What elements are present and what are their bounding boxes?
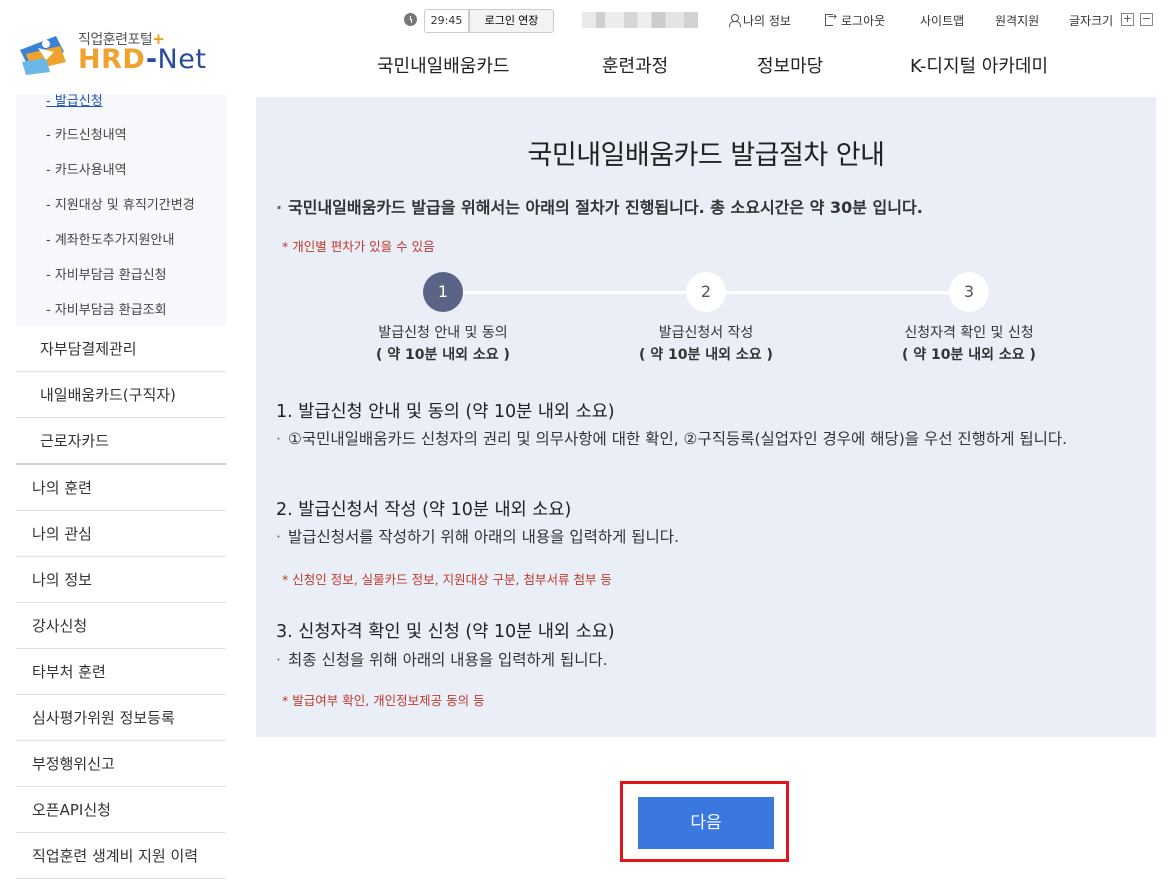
- step-1-circle: 1: [423, 272, 463, 312]
- logout-link[interactable]: 로그아웃: [825, 10, 885, 29]
- sidebar-item-my-info[interactable]: 나의 정보: [16, 557, 226, 603]
- page-title: 국민내일배움카드 발급절차 안내: [527, 140, 885, 171]
- sidebar-item-other-ministry[interactable]: 타부처 훈련: [16, 649, 226, 695]
- section-1-title: 1. 발급신청 안내 및 동의 (약 10분 내외 소요): [276, 402, 615, 422]
- procedure-panel: 국민내일배움카드 발급절차 안내 · 국민내일배움카드 발급을 위해서는 아래의 …: [256, 97, 1156, 737]
- sidebar-item-my-interest[interactable]: 나의 관심: [16, 511, 226, 557]
- highlight-box: [620, 781, 789, 862]
- section-2-desc: · 발급신청서를 작성하기 위해 아래의 내용을 입력하게 됩니다.: [276, 528, 679, 546]
- gnb-k-digital[interactable]: K-디지털 아카데미: [910, 52, 1048, 78]
- login-extend-button[interactable]: 로그인 연장: [469, 9, 554, 33]
- sidebar-item-evaluator[interactable]: 심사평가위원 정보등록: [16, 695, 226, 741]
- sidebar-item-target-change[interactable]: - 지원대상 및 휴직기간변경: [46, 194, 195, 213]
- hrd-net-logo[interactable]: 직업훈련포털+ HRD-Net: [16, 26, 216, 82]
- sidebar-item-self-pay[interactable]: 자부담결제관리: [16, 326, 226, 372]
- sidebar-item-my-training[interactable]: 나의 훈련: [16, 465, 226, 511]
- sidebar-item-open-api[interactable]: 오픈API신청: [16, 787, 226, 833]
- step-connector-2: [726, 291, 971, 294]
- sidebar-item-fraud-report[interactable]: 부정행위신고: [16, 741, 226, 787]
- person-icon: [728, 14, 741, 27]
- intro-note: * 개인별 편차가 있을 수 있음: [282, 239, 435, 254]
- sidebar-item-refund-check[interactable]: - 자비부담금 환급조회: [46, 299, 167, 318]
- sidebar: - 발급신청 - 카드신청내역 - 카드사용내역 - 지원대상 및 휴직기간변경…: [16, 94, 226, 887]
- sitemap-link[interactable]: 사이트맵: [920, 12, 964, 29]
- sidebar-item-instructor[interactable]: 강사신청: [16, 603, 226, 649]
- section-3-desc: · 최종 신청을 위해 아래의 내용을 입력하게 됩니다.: [276, 651, 608, 669]
- font-size-label: 글자크기: [1069, 14, 1114, 28]
- section-1-desc: · ①국민내일배움카드 신청자의 권리 및 의무사항에 대한 확인, ②구직등록(…: [276, 430, 1068, 448]
- logo-emblem-icon: [20, 36, 66, 75]
- font-increase-button[interactable]: +: [1121, 13, 1134, 26]
- logo-wordmark: HRD-Net: [78, 44, 207, 75]
- remote-support-link[interactable]: 원격지원: [995, 12, 1039, 29]
- sidebar-item-worker-card[interactable]: 근로자카드: [16, 418, 226, 464]
- sidebar-item-refund-apply[interactable]: - 자비부담금 환급신청: [46, 264, 167, 283]
- intro-text: · 국민내일배움카드 발급을 위해서는 아래의 절차가 진행됩니다. 총 소요시간…: [276, 198, 923, 217]
- sidebar-item-card-usage[interactable]: - 카드사용내역: [46, 159, 127, 178]
- sidebar-item-living-cost[interactable]: 직업훈련 생계비 지원 이력: [16, 833, 226, 879]
- session-timer: 29:45: [424, 9, 469, 33]
- sidebar-submenu: - 발급신청 - 카드신청내역 - 카드사용내역 - 지원대상 및 휴직기간변경…: [16, 94, 226, 326]
- header: 직업훈련포털+ HRD-Net 29:45 로그인 연장 나의 정보 로그아웃 …: [0, 0, 1168, 95]
- section-3-title: 3. 신청자격 확인 및 신청 (약 10분 내외 소요): [276, 622, 615, 642]
- gnb-national-card[interactable]: 국민내일배움카드: [377, 52, 509, 78]
- section-2-note: * 신청인 정보, 실물카드 정보, 지원대상 구분, 첨부서류 첨부 등: [282, 572, 612, 587]
- step-2-circle: 2: [686, 272, 726, 312]
- font-decrease-button[interactable]: −: [1140, 13, 1153, 26]
- gnb-info[interactable]: 정보마당: [757, 52, 823, 78]
- step-2-label: 발급신청서 작성( 약 10분 내외 소요 ): [639, 325, 773, 363]
- step-1-label: 발급신청 안내 및 동의( 약 10분 내외 소요 ): [376, 325, 510, 363]
- sidebar-item-apply[interactable]: - 발급신청: [46, 90, 103, 109]
- step-connector-1: [463, 291, 708, 294]
- section-3-note: * 발급여부 확인, 개인정보제공 동의 등: [282, 693, 485, 708]
- sidebar-item-limit-support[interactable]: - 계좌한도추가지원안내: [46, 229, 174, 248]
- user-name-blurred: [582, 12, 698, 28]
- step-3-circle: 3: [949, 272, 989, 312]
- my-info-link[interactable]: 나의 정보: [728, 12, 791, 29]
- gnb-training-course[interactable]: 훈련과정: [602, 52, 668, 78]
- sidebar-item-card-history[interactable]: - 카드신청내역: [46, 124, 127, 143]
- logout-icon: [825, 10, 838, 26]
- step-3-label: 신청자격 확인 및 신청( 약 10분 내외 소요 ): [902, 325, 1036, 363]
- section-2-title: 2. 발급신청서 작성 (약 10분 내외 소요): [276, 500, 572, 520]
- clock-icon: [404, 13, 417, 26]
- sidebar-item-jobseeker-card[interactable]: 내일배움카드(구직자): [16, 372, 226, 418]
